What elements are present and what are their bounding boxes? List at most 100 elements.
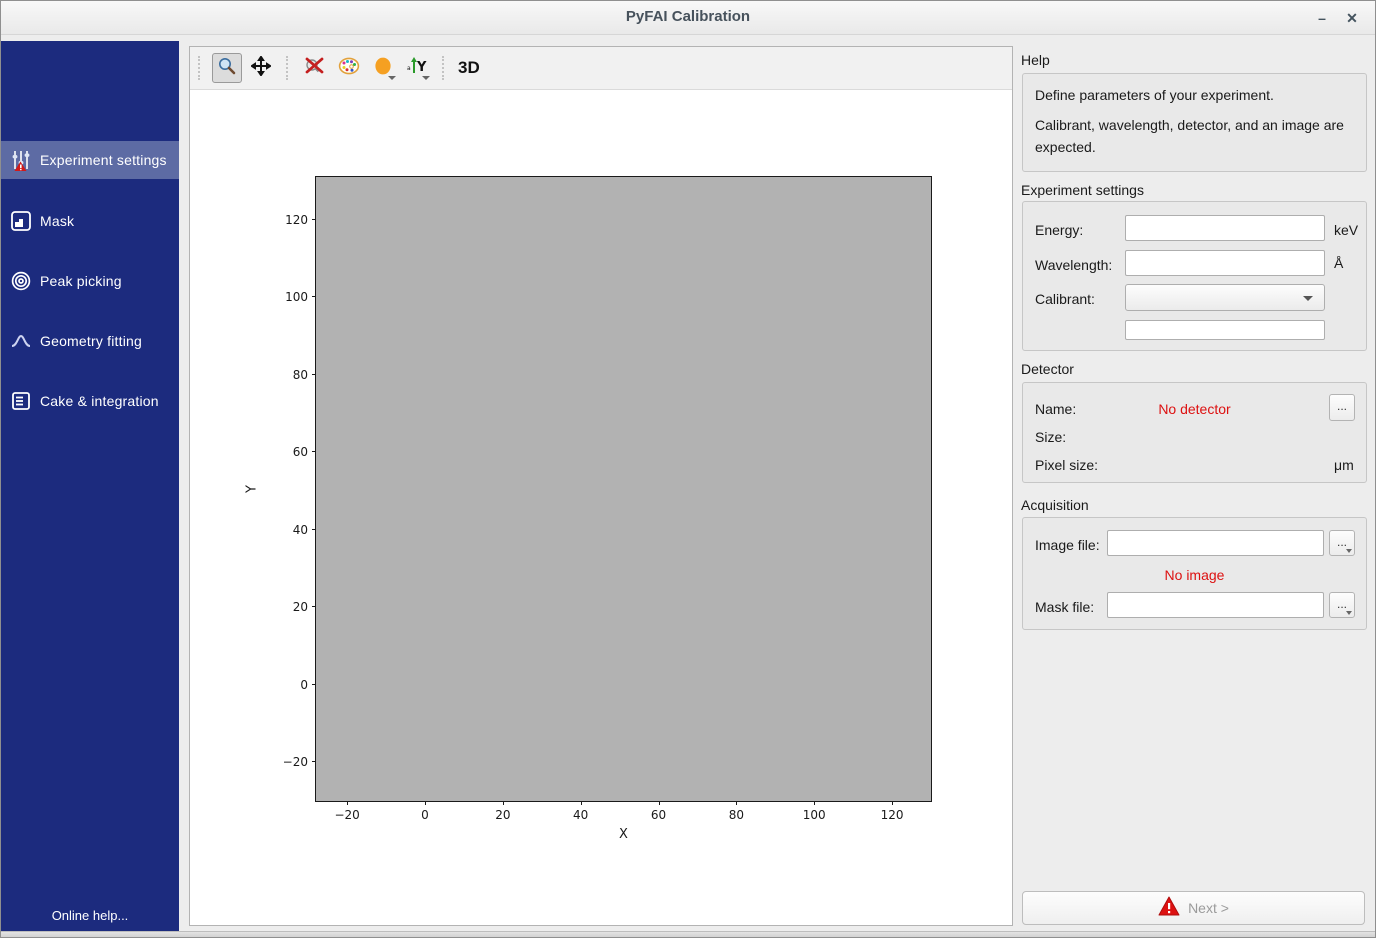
wavelength-label: Wavelength: [1035, 257, 1112, 273]
dropdown-arrow-icon [388, 76, 396, 80]
y-tick-label: 120 [285, 213, 308, 227]
y-tick-label: 0 [300, 678, 308, 692]
y-tick-mark [312, 761, 316, 762]
ellipsis-label: ... [1337, 399, 1347, 413]
detector-pixel-size-label: Pixel size: [1035, 457, 1098, 473]
y-tick-mark [312, 451, 316, 452]
x-tick-mark [581, 801, 582, 805]
svg-text:Y: Y [416, 60, 427, 75]
calibrant-select[interactable] [1125, 284, 1325, 311]
sidebar-item-peak-picking[interactable]: Peak picking [1, 262, 179, 300]
x-tick-label: 100 [803, 808, 826, 822]
detector-box: Name: No detector ... Size: Pixel size: … [1022, 382, 1367, 483]
y-axis-orientation-button[interactable]: a Y [402, 53, 432, 83]
experiment-settings-box: Energy: keV Wavelength: Å Calibrant: [1022, 201, 1367, 351]
cake-list-icon [10, 390, 32, 412]
toolbar-separator [442, 56, 448, 80]
ellipsis-label: ... [1337, 597, 1347, 611]
sidebar-item-label: Peak picking [40, 273, 122, 289]
magnifier-icon [217, 56, 237, 81]
plot-toolbar: a Y 3D [190, 47, 1012, 90]
acquisition-box: Image file: ... No image Mask file: ... [1022, 517, 1367, 630]
x-tick-mark [892, 801, 893, 805]
detector-name-status: No detector [1023, 401, 1366, 417]
calibrant-filter-field[interactable] [1125, 320, 1325, 340]
toolbar-separator [286, 56, 292, 80]
detector-section-title: Detector [1021, 361, 1074, 377]
mode-3d-button[interactable]: 3D [458, 58, 480, 78]
energy-unit: keV [1334, 222, 1358, 238]
magnifier-cross-icon [304, 56, 326, 81]
mask-file-browse-button[interactable]: ... [1329, 592, 1355, 618]
minimize-button[interactable]: – [1309, 5, 1335, 31]
x-tick-label: 0 [421, 808, 429, 822]
plot-panel: a Y 3D X Y −20020406080100120−2002040608… [189, 46, 1013, 926]
x-tick-label: 60 [651, 808, 666, 822]
help-paragraph: Calibrant, wavelength, detector, and an … [1035, 114, 1355, 158]
ellipsis-label: ... [1337, 535, 1347, 549]
chevron-down-icon [1303, 296, 1313, 301]
image-file-field[interactable] [1107, 530, 1324, 556]
x-tick-label: 40 [573, 808, 588, 822]
help-paragraph: Define parameters of your experiment. [1035, 87, 1354, 103]
mask-file-label: Mask file: [1035, 599, 1094, 615]
next-button[interactable]: Next > [1022, 891, 1365, 925]
dropdown-arrow-icon [1346, 549, 1352, 553]
wavelength-field[interactable] [1125, 250, 1325, 276]
x-tick-label: −20 [334, 808, 359, 822]
sidebar-item-cake-integration[interactable]: Cake & integration [1, 382, 179, 420]
x-tick-label: 80 [729, 808, 744, 822]
experiment-settings-section-title: Experiment settings [1021, 182, 1144, 198]
titlebar: PyFAI Calibration – ✕ [1, 1, 1375, 35]
y-tick-mark [312, 219, 316, 220]
move-arrows-icon [251, 56, 271, 81]
mask-file-field[interactable] [1107, 592, 1324, 618]
x-tick-label: 120 [881, 808, 904, 822]
dropdown-arrow-icon [1346, 611, 1352, 615]
image-status: No image [1023, 567, 1366, 583]
sidebar-item-label: Cake & integration [40, 393, 159, 409]
sliders-warning-icon [10, 149, 32, 171]
x-tick-mark [425, 801, 426, 805]
image-file-browse-button[interactable]: ... [1329, 530, 1355, 556]
y-tick-label: 80 [293, 368, 308, 382]
energy-field[interactable] [1125, 215, 1325, 241]
y-tick-mark [312, 374, 316, 375]
close-button[interactable]: ✕ [1339, 5, 1365, 31]
sidebar-item-experiment-settings[interactable]: Experiment settings [1, 141, 179, 179]
x-tick-mark [814, 801, 815, 805]
calibrant-label: Calibrant: [1035, 291, 1095, 307]
zoom-tool-button[interactable] [212, 53, 242, 83]
pan-tool-button[interactable] [246, 53, 276, 83]
peak-rings-icon [10, 270, 32, 292]
y-tick-label: −20 [283, 755, 308, 769]
mask-circle-button[interactable] [368, 53, 398, 83]
svg-text:a: a [407, 65, 411, 72]
reset-zoom-button[interactable] [300, 53, 330, 83]
x-tick-mark [736, 801, 737, 805]
x-tick-label: 20 [495, 808, 510, 822]
next-button-label: Next > [1188, 900, 1229, 916]
online-help-link[interactable]: Online help... [1, 908, 179, 923]
wavelength-unit: Å [1334, 255, 1343, 271]
y-tick-mark [312, 529, 316, 530]
sidebar-item-mask[interactable]: Mask [1, 202, 179, 240]
gaussian-peak-icon [10, 330, 32, 352]
y-axis-label: Y [245, 485, 260, 493]
y-tick-label: 20 [293, 600, 308, 614]
plot-axes[interactable]: X Y −20020406080100120−20020406080100120 [315, 176, 932, 802]
acquisition-section-title: Acquisition [1021, 497, 1089, 513]
sidebar: Experiment settings Mask Peak picking [1, 41, 179, 931]
y-tick-label: 40 [293, 523, 308, 537]
help-box: Define parameters of your experiment. Ca… [1022, 73, 1367, 172]
detector-browse-button[interactable]: ... [1329, 394, 1355, 421]
energy-label: Energy: [1035, 222, 1083, 238]
warning-icon [1158, 896, 1180, 921]
sidebar-item-geometry-fitting[interactable]: Geometry fitting [1, 322, 179, 360]
colormap-button[interactable] [334, 53, 364, 83]
x-tick-mark [347, 801, 348, 805]
image-file-label: Image file: [1035, 537, 1100, 553]
settings-panel: Help Define parameters of your experimen… [1015, 46, 1376, 931]
mask-icon [10, 210, 32, 232]
window-title: PyFAI Calibration [1, 8, 1375, 25]
